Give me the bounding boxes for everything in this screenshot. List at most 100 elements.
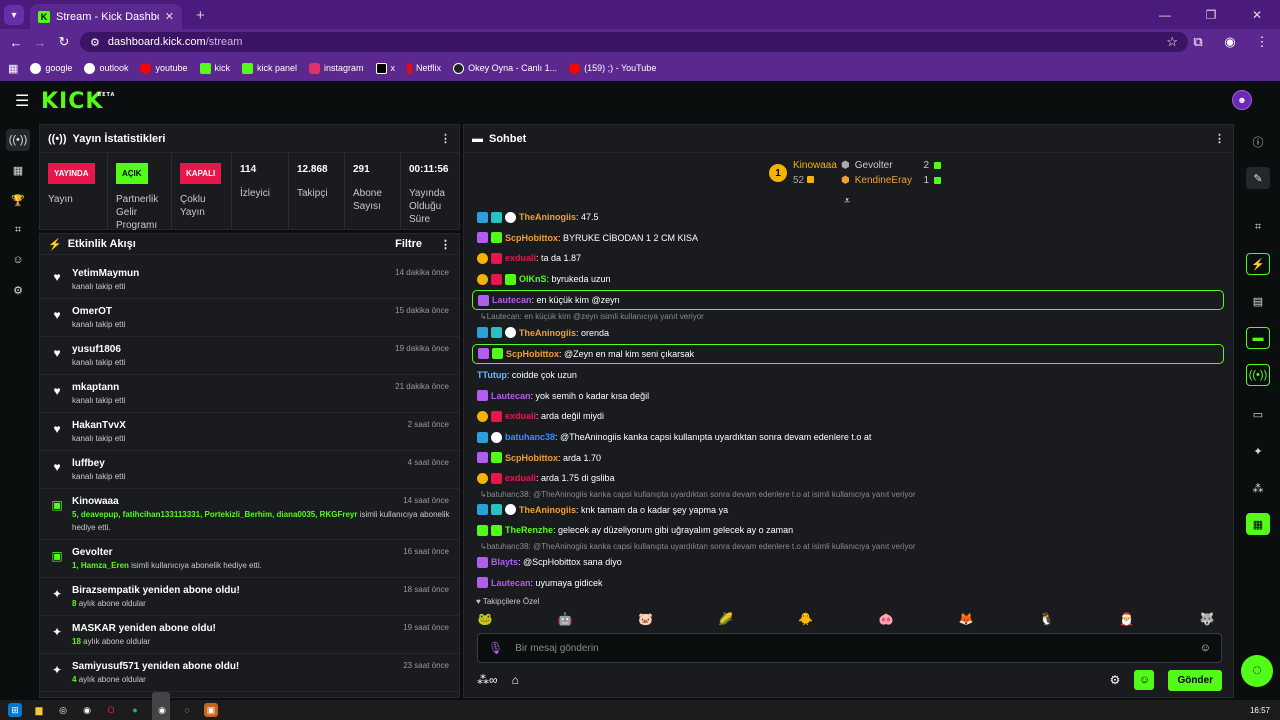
chat-username[interactable]: exduali <box>505 411 536 421</box>
points-icon[interactable]: ⁂∞ <box>477 673 498 687</box>
bookmark-star-icon[interactable]: ☆ <box>1166 34 1178 50</box>
forward-icon[interactable]: → <box>28 35 52 50</box>
chat-message[interactable]: Blayts: @ScpHobittox sana diyo <box>472 552 1224 573</box>
activity-name[interactable]: Gevolter <box>72 546 451 559</box>
chat-message[interactable]: Lautecan: uyumaya gidicek <box>472 572 1224 593</box>
info-icon[interactable]: ⓘ <box>1246 131 1270 153</box>
emote-icon[interactable]: 🐽 <box>877 611 895 627</box>
chat-message[interactable]: TheRenzhe: gelecek ay düzeliyorum gibi u… <box>472 520 1224 541</box>
bookmark-okey[interactable]: Okey Oyna - Canlı 1... <box>453 62 557 74</box>
apps-icon[interactable]: ▦ <box>8 62 18 75</box>
activity-name[interactable]: HakanTvvX <box>72 419 451 432</box>
user-avatar[interactable]: ☻ <box>1232 90 1252 110</box>
chat-username[interactable]: TheAninogiis <box>519 212 576 222</box>
chat-username[interactable]: exduali <box>505 473 536 483</box>
obs-icon[interactable]: ◌ <box>180 703 194 717</box>
chat-message[interactable]: exduali: arda değil miydi <box>472 406 1224 427</box>
browser-tab[interactable]: K Stream - Kick Dashboard ✕ <box>30 4 182 29</box>
stream-nav-icon[interactable]: ((•)) <box>6 129 30 151</box>
points-icon[interactable]: ⁂ <box>1246 477 1270 499</box>
bookmark-x[interactable]: x <box>375 62 395 74</box>
chat-username[interactable]: TheAninogiis <box>519 328 576 338</box>
chat-username[interactable]: ScpHobittox <box>505 453 558 463</box>
chat-message[interactable]: OlKnS: byrukeda uzun <box>472 269 1224 290</box>
chat-message[interactable]: exduali: ta da 1.87 <box>472 248 1224 269</box>
dashboard-nav-icon[interactable]: ▦ <box>6 159 30 181</box>
chat-username[interactable]: TheRenzhe <box>505 525 553 535</box>
help-chat-icon[interactable]: ◌ <box>1241 655 1273 687</box>
new-tab-icon[interactable]: + <box>196 7 205 24</box>
quick-actions-icon[interactable]: ⚡ <box>1246 253 1270 275</box>
chat-username[interactable]: TTutup <box>477 370 507 380</box>
send-button[interactable]: Gönder <box>1168 669 1222 691</box>
activity-name[interactable]: yusuf1806 <box>72 343 451 356</box>
more-options-icon[interactable]: ⋮ <box>440 132 451 145</box>
settings-nav-icon[interactable]: ⚙ <box>6 279 30 301</box>
chat-message[interactable]: ScpHobittox: arda 1.70 <box>472 447 1224 468</box>
chat-message[interactable]: Lautecan: yok semih o kadar kısa değil <box>472 386 1224 407</box>
emote-icon[interactable]: 🐺 <box>1198 611 1216 627</box>
chat-message[interactable]: ScpHobittox: @Zeyn en mal kim seni çıkar… <box>472 343 1224 364</box>
activity-name[interactable]: YetimMaymun <box>72 267 451 280</box>
chat-message[interactable]: TheAninogiis: orenda <box>472 322 1224 343</box>
activity-name[interactable]: Birazsempatik yeniden abone oldu! <box>72 584 451 597</box>
activity-name[interactable]: MASKAR yeniden abone oldu! <box>72 622 451 635</box>
back-icon[interactable]: ← <box>4 35 28 50</box>
more-options-icon[interactable]: ⋮ <box>1214 132 1225 145</box>
chat-message[interactable]: batuhanc38: @TheAninogiis kanka capsi ku… <box>472 427 1224 448</box>
bookmark-youtube[interactable]: youtube <box>140 62 188 74</box>
bookmark-kick-panel[interactable]: kick panel <box>242 62 297 74</box>
activity-name[interactable]: OmerOT <box>72 305 451 318</box>
chat-username[interactable]: Lautecan <box>492 295 532 305</box>
edit-icon[interactable]: ✎ <box>1246 167 1270 189</box>
emote-icon[interactable]: 🦊 <box>957 611 975 627</box>
chat-username[interactable]: Lautecan <box>491 578 531 588</box>
menu-icon[interactable]: ☰ <box>15 91 29 111</box>
file-explorer-icon[interactable]: ▆ <box>32 703 46 717</box>
activity-name[interactable]: mkaptann <box>72 381 451 394</box>
emote-icon[interactable]: 🐸 <box>476 611 494 627</box>
address-bar[interactable]: ⚙ dashboard.kick.com/stream ☆ <box>80 32 1188 52</box>
notes-icon[interactable]: ▤ <box>1246 290 1270 312</box>
activity-name[interactable]: Kinowaaa <box>72 495 451 508</box>
mic-icon[interactable]: 🎙 <box>488 641 503 655</box>
bookmark-outlook[interactable]: outlook <box>84 62 128 74</box>
bookmark-youtube-video[interactable]: (159) ;) - YouTube <box>569 62 656 74</box>
close-window-icon[interactable]: ✕ <box>1234 8 1280 22</box>
kick-logo[interactable]: KICK BETA <box>41 89 114 114</box>
chat-username[interactable]: Blayts <box>491 557 518 567</box>
chat-input[interactable]: 🎙 Bir mesaj gönderin ☺ <box>477 633 1222 663</box>
chat-username[interactable]: Lautecan <box>491 391 531 401</box>
chat-message[interactable]: Lautecan: en küçük kim @zeyn <box>472 290 1224 311</box>
chat-username[interactable]: exduali <box>505 253 536 263</box>
chat-username[interactable]: batuhanc38 <box>505 432 555 442</box>
emote-icon[interactable]: 🐥 <box>797 611 815 627</box>
tab-search-icon[interactable]: ▾ <box>4 5 24 25</box>
chat-username[interactable]: ScpHobittox <box>505 233 558 243</box>
moderation-nav-icon[interactable]: ⌗ <box>6 219 30 241</box>
app-icon[interactable]: ▣ <box>204 703 218 717</box>
trophy-nav-icon[interactable]: 🏆 <box>6 189 30 211</box>
filter-button[interactable]: Filtre <box>395 238 422 250</box>
broadcast-toggle-icon[interactable]: ((•)) <box>1246 364 1270 386</box>
chat-message[interactable]: exduali: arda 1.75 di gsliba <box>472 468 1224 489</box>
kick-emote-icon[interactable]: ☺ <box>1134 670 1155 690</box>
chat-message[interactable]: TheAninogiis: 47.5 <box>472 207 1224 228</box>
emote-icon[interactable]: 🎅 <box>1118 611 1136 627</box>
emote-icon[interactable]: 🐷 <box>636 611 654 627</box>
more-options-icon[interactable]: ⋮ <box>440 238 451 251</box>
chat-username[interactable]: ScpHobittox <box>506 349 559 359</box>
bookmark-google[interactable]: google <box>30 62 72 74</box>
community-nav-icon[interactable]: ☺ <box>6 249 30 271</box>
minimize-icon[interactable]: — <box>1142 8 1188 22</box>
store-icon[interactable]: ⌂ <box>512 673 519 687</box>
chat-username[interactable]: TheAninogiis <box>519 505 576 515</box>
opera-icon[interactable]: O <box>104 703 118 717</box>
emote-icon[interactable]: 🤖 <box>556 611 574 627</box>
chat-message[interactable]: TTutup: coidde çok uzun <box>472 365 1224 386</box>
chrome-icon[interactable]: ◉ <box>80 703 94 717</box>
emote-icon[interactable]: 🌽 <box>717 611 735 627</box>
emoji-icon[interactable]: ☺ <box>1200 642 1211 654</box>
reload-icon[interactable]: ↻ <box>52 34 76 50</box>
tab-close-icon[interactable]: ✕ <box>165 10 174 23</box>
